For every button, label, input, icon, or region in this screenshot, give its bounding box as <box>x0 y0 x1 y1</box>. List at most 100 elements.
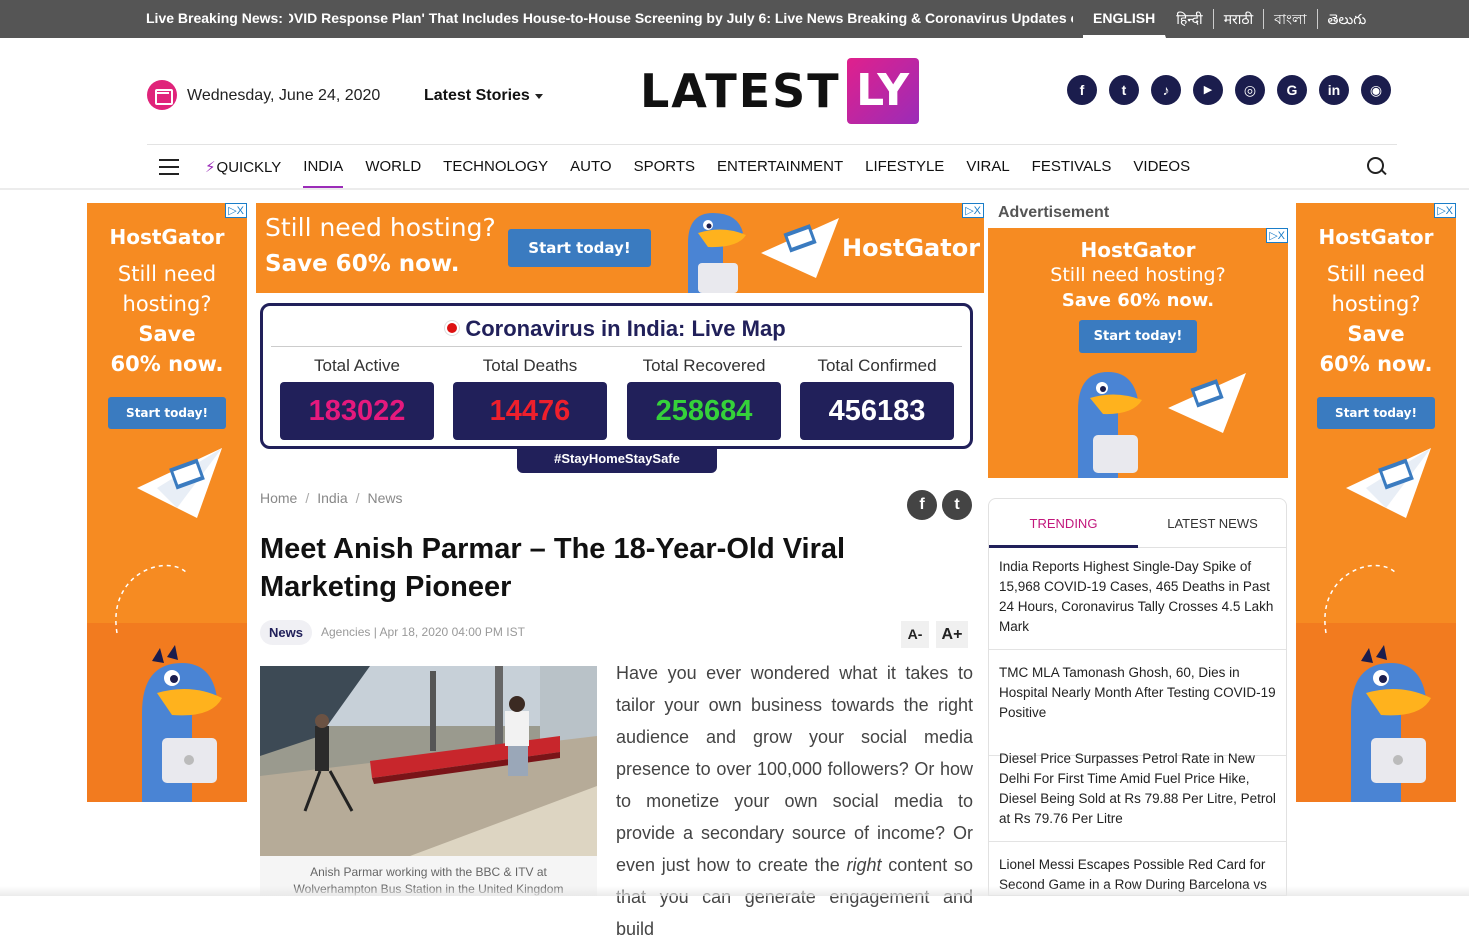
paper-plane-icon <box>1346 448 1431 518</box>
ad-headline-2: Save 60% now. <box>1061 290 1215 311</box>
article-byline: Agencies | Apr 18, 2020 04:00 PM IST <box>321 625 525 639</box>
ticker-label: Live Breaking News: <box>146 10 283 26</box>
right-skyscraper-ad[interactable]: ▷X HostGator Still need hosting? Save 60… <box>1296 203 1456 802</box>
menu-icon[interactable] <box>159 159 179 175</box>
article-date: Apr 18, 2020 04:00 PM IST <box>379 625 525 639</box>
bolt-icon: ⚡ <box>205 159 216 176</box>
search-icon[interactable] <box>1367 157 1387 177</box>
advertisement-label: Advertisement <box>998 204 1110 221</box>
ad-cta-button[interactable]: Start today! <box>1317 397 1435 429</box>
tab-trending[interactable]: TRENDING <box>989 499 1138 548</box>
nav-item-india[interactable]: INDIA <box>303 158 344 189</box>
nav-item-festivals[interactable]: FESTIVALS <box>1032 158 1112 189</box>
ad-headline-1: Still need hosting? <box>265 213 496 242</box>
category-tag[interactable]: News <box>260 620 312 645</box>
lang-english[interactable]: ENGLISH <box>1083 0 1167 38</box>
stat-value: 258684 <box>627 382 781 440</box>
ticker-text[interactable]: OVID Response Plan' That Includes House-… <box>289 10 1073 26</box>
nav-label-quickly: QUICKLY <box>216 159 282 176</box>
stat-value: 14476 <box>453 382 607 440</box>
ad-brand: HostGator <box>109 225 225 249</box>
stat-total-deaths: Total Deaths 14476 <box>453 356 607 440</box>
gator-mascot <box>1078 372 1142 478</box>
site-logo[interactable]: LATEST LY <box>640 58 919 124</box>
lang-marathi[interactable]: मराठी <box>1214 9 1265 29</box>
top-banner-ad[interactable]: ▷X Still need hosting? Save 60% now. Sta… <box>256 203 984 293</box>
font-increase-button[interactable]: A+ <box>936 621 968 648</box>
trending-item[interactable]: Diesel Price Surpasses Petrol Rate in Ne… <box>989 749 1286 842</box>
ad-line: Still need <box>1326 262 1426 286</box>
ticker-headline[interactable]: OVID Response Plan' That Includes House-… <box>289 10 1073 26</box>
ad-line: hosting? <box>122 292 212 316</box>
lang-hindi[interactable]: हिन्दी <box>1166 9 1214 29</box>
logo-text-latest: LATEST <box>640 64 841 118</box>
gator-mascot <box>1351 645 1431 802</box>
article-photo[interactable] <box>260 666 597 856</box>
stat-total-active: Total Active 183022 <box>280 356 434 440</box>
youtube-icon[interactable]: ▶ <box>1193 75 1223 105</box>
dashed-path <box>1324 564 1397 634</box>
article-source[interactable]: Agencies <box>321 625 370 639</box>
google-news-icon[interactable]: G <box>1277 75 1307 105</box>
nav-item-lifestyle[interactable]: LIFESTYLE <box>865 158 944 189</box>
font-decrease-button[interactable]: A- <box>901 621 929 648</box>
ad-line: Save <box>138 322 196 346</box>
facebook-share-icon[interactable]: f <box>907 490 937 520</box>
trending-tabs: TRENDING LATEST NEWS <box>989 499 1286 548</box>
gator-mascot <box>688 213 746 293</box>
stay-home-hashtag[interactable]: #StayHomeStaySafe <box>517 446 717 473</box>
sidebar-ad[interactable]: ▷X HostGator Still need hosting? Save 60… <box>988 228 1288 478</box>
ad-headline: Still need hosting? Save 60% now. <box>1296 259 1456 379</box>
nav-divider <box>0 188 1469 190</box>
chevron-down-icon[interactable] <box>535 94 543 99</box>
left-skyscraper-ad[interactable]: ▷X HostGator Still need hosting? Save 60… <box>87 203 247 802</box>
nav-item-viral[interactable]: VIRAL <box>966 158 1009 189</box>
lang-telugu[interactable]: తెలుగు <box>1318 9 1377 29</box>
nav-item-videos[interactable]: VIDEOS <box>1133 158 1190 189</box>
nav-item-entertainment[interactable]: ENTERTAINMENT <box>717 158 843 189</box>
ad-headline-1: Still need hosting? <box>1050 264 1226 286</box>
trending-item[interactable]: TMC MLA Tamonash Ghosh, 60, Dies in Hosp… <box>989 663 1286 756</box>
stat-label: Total Confirmed <box>817 356 937 375</box>
rss-icon[interactable]: ◉ <box>1361 75 1391 105</box>
twitter-icon[interactable]: t <box>1109 75 1139 105</box>
tiktok-icon[interactable]: ♪ <box>1151 75 1181 105</box>
nav-item-auto[interactable]: AUTO <box>570 158 611 189</box>
breadcrumb-india[interactable]: India <box>317 490 347 506</box>
trending-item[interactable]: India Reports Highest Single-Day Spike o… <box>989 557 1286 650</box>
twitter-share-icon[interactable]: t <box>942 490 972 520</box>
ad-cta-button[interactable]: Start today! <box>508 229 651 267</box>
facebook-icon[interactable]: f <box>1067 75 1097 105</box>
live-dot-icon <box>447 323 458 333</box>
ad-brand: HostGator <box>1318 225 1434 249</box>
tab-latest-news[interactable]: LATEST NEWS <box>1138 499 1286 548</box>
breadcrumb-home[interactable]: Home <box>260 490 297 506</box>
covid-live-map-widget[interactable]: Coronavirus in India: Live Map Total Act… <box>260 303 973 449</box>
nav-item-sports[interactable]: SPORTS <box>634 158 695 189</box>
ad-cta-button[interactable]: Start today! <box>1079 320 1197 353</box>
gator-mascot <box>142 645 222 802</box>
adchoices-icon[interactable]: ▷X <box>225 203 247 218</box>
instagram-icon[interactable]: ◎ <box>1235 75 1265 105</box>
nav-item-quickly[interactable]: ⚡QUICKLY <box>205 158 281 189</box>
ad-line: hosting? <box>1331 292 1421 316</box>
body-emphasis: right <box>846 855 882 875</box>
current-date: Wednesday, June 24, 2020 <box>187 87 381 104</box>
adchoices-icon[interactable]: ▷X <box>1434 203 1456 218</box>
breadcrumb-news: News <box>367 490 403 506</box>
ad-line: Save <box>1347 322 1405 346</box>
paper-plane-icon <box>1168 373 1246 433</box>
adchoices-icon[interactable]: ▷X <box>962 203 984 218</box>
nav-item-world[interactable]: WORLD <box>365 158 421 189</box>
ad-headline: Still need hosting? Save 60% now. <box>87 259 247 379</box>
nav-item-technology[interactable]: TECHNOLOGY <box>443 158 548 189</box>
stat-total-confirmed: Total Confirmed 456183 <box>800 356 954 440</box>
dashed-path <box>115 564 188 634</box>
breaking-news-ticker: Live Breaking News: OVID Response Plan' … <box>0 0 1469 38</box>
paper-plane-icon <box>137 448 222 518</box>
latest-stories-dropdown[interactable]: Latest Stories <box>424 87 530 105</box>
lang-bangla[interactable]: বাংলা <box>1264 9 1318 29</box>
linkedin-icon[interactable]: in <box>1319 75 1349 105</box>
ad-cta-button[interactable]: Start today! <box>108 397 226 429</box>
ad-line: 60% now. <box>110 352 224 376</box>
